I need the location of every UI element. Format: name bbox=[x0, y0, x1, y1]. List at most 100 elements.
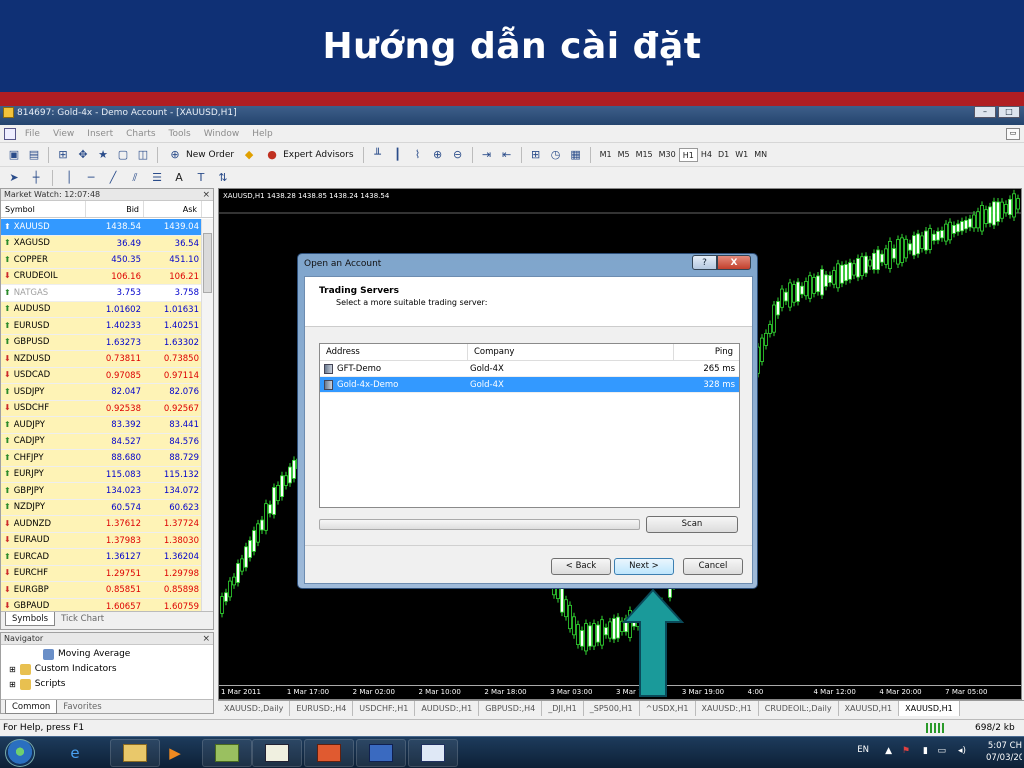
media-player-icon[interactable]: ▶ bbox=[150, 739, 200, 767]
arrows-icon[interactable]: ⇅ bbox=[215, 170, 231, 186]
text-tool-icon[interactable]: A bbox=[171, 170, 187, 186]
company-column-header[interactable]: Company bbox=[468, 344, 674, 360]
fibonacci-icon[interactable]: ☰ bbox=[149, 170, 165, 186]
warning-icon[interactable]: ◆ bbox=[241, 147, 257, 163]
timeframe-m30[interactable]: M30 bbox=[656, 148, 679, 162]
symbol-column-header[interactable]: Symbol bbox=[1, 201, 86, 217]
market-watch-row[interactable]: ⬆ USDJPY 82.047 82.076 bbox=[1, 384, 202, 401]
menu-view[interactable]: View bbox=[53, 125, 74, 143]
chart-tab[interactable]: ^USDX,H1 bbox=[640, 701, 696, 716]
chart-tab[interactable]: EURUSD:,H4 bbox=[290, 701, 354, 716]
chart-tab[interactable]: CRUDEOIL:,Daily bbox=[759, 701, 839, 716]
market-watch-row[interactable]: ⬆ EURCAD 1.36127 1.36204 bbox=[1, 549, 202, 566]
nav-item-custom-indicators[interactable]: ⊞ Custom Indicators bbox=[9, 662, 213, 677]
market-watch-row[interactable]: ⬆ XAGUSD 36.49 36.54 bbox=[1, 235, 202, 252]
terminal-icon[interactable]: ▢ bbox=[115, 147, 131, 163]
zoom-out-icon[interactable]: ⊖ bbox=[450, 147, 466, 163]
help-button[interactable]: ? bbox=[692, 255, 717, 270]
crosshair-nav-icon[interactable]: ✥ bbox=[75, 147, 91, 163]
timeframe-m1[interactable]: M1 bbox=[597, 148, 615, 162]
network-icon[interactable]: ▭ bbox=[937, 746, 946, 756]
ping-column-header[interactable]: Ping bbox=[674, 344, 739, 360]
chart-tab[interactable]: GBPUSD:,H4 bbox=[479, 701, 543, 716]
timeframe-d1[interactable]: D1 bbox=[715, 148, 732, 162]
market-watch-row[interactable]: ⬆ EURUSD 1.40233 1.40251 bbox=[1, 318, 202, 335]
server-row[interactable]: GFT-Demo Gold-4X 265 ms bbox=[320, 361, 739, 377]
menu-tools[interactable]: Tools bbox=[169, 125, 191, 143]
volume-icon[interactable]: ◂) bbox=[958, 746, 966, 756]
timeframe-h4[interactable]: H4 bbox=[698, 148, 715, 162]
scan-button[interactable]: Scan bbox=[646, 516, 738, 533]
trendline-icon[interactable]: ╱ bbox=[105, 170, 121, 186]
word-icon[interactable] bbox=[356, 739, 406, 767]
expand-icon[interactable]: ⊞ bbox=[9, 662, 16, 677]
expand-icon[interactable]: ⊞ bbox=[9, 677, 16, 692]
market-watch-row[interactable]: ⬇ AUDNZD 1.37612 1.37724 bbox=[1, 516, 202, 533]
text-label-icon[interactable]: T bbox=[193, 170, 209, 186]
restore-icon[interactable]: ▭ bbox=[1006, 128, 1020, 140]
vertical-line-icon[interactable]: │ bbox=[61, 170, 77, 186]
auto-scroll-icon[interactable]: ⇥ bbox=[479, 147, 495, 163]
market-watch-row[interactable]: ⬆ COPPER 450.35 451.10 bbox=[1, 252, 202, 269]
action-center-icon[interactable]: ⚑ bbox=[902, 746, 910, 756]
menu-charts[interactable]: Charts bbox=[126, 125, 155, 143]
nav-item-scripts[interactable]: ⊞ Scripts bbox=[9, 677, 213, 692]
chart-shift-icon[interactable]: ⇤ bbox=[499, 147, 515, 163]
chart-tab[interactable]: _SP500,H1 bbox=[584, 701, 640, 716]
timeframe-w1[interactable]: W1 bbox=[732, 148, 751, 162]
new-order-button[interactable]: ⊕ New Order bbox=[164, 147, 237, 163]
powerpoint-icon[interactable] bbox=[304, 739, 354, 767]
server-row[interactable]: Gold-4x-Demo Gold-4X 328 ms bbox=[320, 377, 739, 393]
timeframe-m5[interactable]: M5 bbox=[615, 148, 633, 162]
mt4-taskbar-icon[interactable] bbox=[202, 739, 252, 767]
start-button[interactable] bbox=[5, 739, 35, 767]
timeframe-h1[interactable]: H1 bbox=[678, 147, 698, 162]
market-watch-row[interactable]: ⬇ USDCHF 0.92538 0.92567 bbox=[1, 400, 202, 417]
internet-explorer-icon[interactable]: e bbox=[50, 739, 100, 767]
market-watch-row[interactable]: ⬇ USDCAD 0.97085 0.97114 bbox=[1, 367, 202, 384]
chart-tab[interactable]: XAUUSD,H1 bbox=[899, 701, 960, 716]
market-watch-row[interactable]: ⬆ AUDJPY 83.392 83.441 bbox=[1, 417, 202, 434]
bar-chart-icon[interactable]: ╨ bbox=[370, 147, 386, 163]
periods-icon[interactable]: ◷ bbox=[548, 147, 564, 163]
market-watch-row[interactable]: ⬇ EURGBP 0.85851 0.85898 bbox=[1, 582, 202, 599]
tab-common[interactable]: Common bbox=[5, 700, 58, 714]
menu-file[interactable]: File bbox=[25, 125, 40, 143]
address-column-header[interactable]: Address bbox=[320, 344, 468, 360]
power-icon[interactable]: ▮ bbox=[923, 746, 928, 756]
maximize-button[interactable]: □ bbox=[998, 106, 1020, 118]
market-watch-row[interactable]: ⬇ EURAUD 1.37983 1.38030 bbox=[1, 532, 202, 549]
new-chart-icon[interactable]: ▣ bbox=[6, 147, 22, 163]
publisher-icon[interactable] bbox=[408, 739, 458, 767]
candlestick-icon[interactable]: ┃ bbox=[390, 147, 406, 163]
tab-tick-chart[interactable]: Tick Chart bbox=[55, 612, 110, 626]
minimize-button[interactable]: – bbox=[974, 106, 996, 118]
timeframe-mn[interactable]: MN bbox=[751, 148, 770, 162]
market-watch-row[interactable]: ⬆ XAUUSD 1438.54 1439.04 bbox=[1, 219, 202, 236]
menu-insert[interactable]: Insert bbox=[87, 125, 113, 143]
timeframe-m15[interactable]: M15 bbox=[633, 148, 656, 162]
nav-item-moving-average[interactable]: Moving Average bbox=[9, 647, 213, 662]
channel-icon[interactable]: ⫽ bbox=[127, 170, 143, 186]
bid-column-header[interactable]: Bid bbox=[86, 201, 144, 217]
market-watch-row[interactable]: ⬇ GBPAUD 1.60657 1.60759 bbox=[1, 598, 202, 611]
expert-advisors-button[interactable]: ● Expert Advisors bbox=[261, 147, 356, 163]
language-indicator[interactable]: EN bbox=[857, 745, 869, 755]
market-watch-row[interactable]: ⬆ EURJPY 115.083 115.132 bbox=[1, 466, 202, 483]
chart-tab[interactable]: USDCHF:,H1 bbox=[353, 701, 416, 716]
menu-help[interactable]: Help bbox=[252, 125, 273, 143]
clock[interactable]: 5:07 CH 07/03/20 bbox=[986, 740, 1022, 764]
market-watch-row[interactable]: ⬆ NZDJPY 60.574 60.623 bbox=[1, 499, 202, 516]
tab-symbols[interactable]: Symbols bbox=[5, 612, 56, 626]
market-watch-row[interactable]: ⬆ CHFJPY 88.680 88.729 bbox=[1, 450, 202, 467]
market-watch-row[interactable]: ⬇ NZDUSD 0.73811 0.73850 bbox=[1, 351, 202, 368]
market-watch-row[interactable]: ⬆ GBPUSD 1.63273 1.63302 bbox=[1, 334, 202, 351]
drawing-app-icon[interactable] bbox=[252, 739, 302, 767]
cursor-icon[interactable]: ➤ bbox=[6, 170, 22, 186]
close-icon[interactable]: × bbox=[202, 633, 210, 645]
market-watch-row[interactable]: ⬆ AUDUSD 1.01602 1.01631 bbox=[1, 301, 202, 318]
chart-tab[interactable]: XAUUSD:,Daily bbox=[218, 701, 291, 716]
profiles-icon[interactable]: ▤ bbox=[26, 147, 42, 163]
close-button[interactable]: X bbox=[717, 255, 751, 270]
chart-tab[interactable]: XAUUSD,H1 bbox=[839, 701, 900, 716]
